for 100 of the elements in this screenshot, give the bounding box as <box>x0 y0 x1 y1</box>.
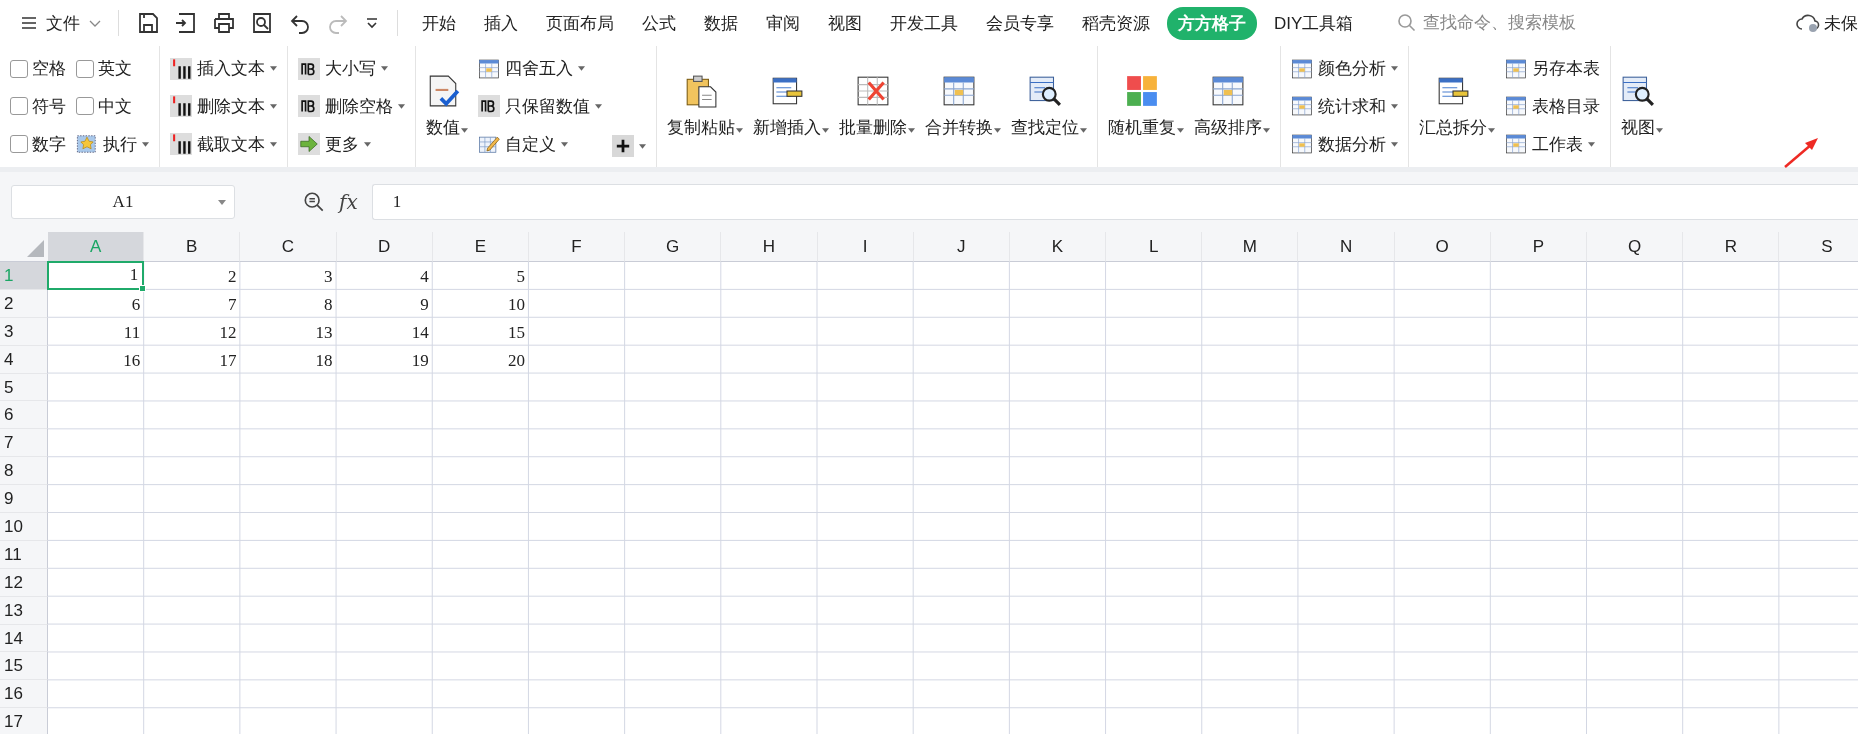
zoom-icon[interactable] <box>303 191 325 213</box>
ribbon-button[interactable] <box>612 135 646 157</box>
ribbon-button[interactable]: 只保留数值 <box>478 95 602 118</box>
row-header[interactable]: 6 <box>0 401 48 430</box>
column-header[interactable]: F <box>528 232 626 262</box>
column-header[interactable]: D <box>336 232 433 262</box>
menu-tab[interactable]: 开发工具 <box>879 6 969 40</box>
ribbon-large-button[interactable]: 合并转换 <box>925 50 1001 163</box>
column-header[interactable]: S <box>1779 232 1858 262</box>
checkbox[interactable] <box>76 97 94 116</box>
cloud-icon[interactable] <box>1796 12 1820 34</box>
column-header[interactable]: P <box>1490 232 1587 262</box>
ribbon-large-button[interactable]: 查找定位 <box>1011 50 1087 163</box>
formula-field[interactable]: 1 <box>371 184 1858 220</box>
row-header[interactable]: 10 <box>0 513 48 541</box>
ribbon-button[interactable]: 执行 <box>76 132 149 156</box>
print-icon[interactable] <box>212 11 236 35</box>
row-header[interactable]: 4 <box>0 345 48 374</box>
row-header[interactable]: 14 <box>0 624 48 653</box>
ribbon-button[interactable]: 删除空格 <box>298 95 405 118</box>
ribbon-button[interactable]: 删除文本 <box>170 95 277 118</box>
function-label[interactable]: fx <box>339 190 358 214</box>
name-box[interactable]: A1 <box>11 185 235 219</box>
column-header[interactable]: G <box>625 232 722 262</box>
ribbon-large-button[interactable]: 批量删除 <box>839 50 915 163</box>
checkbox-label: 符号 <box>32 96 66 118</box>
export-icon[interactable] <box>174 11 198 35</box>
column-header[interactable]: R <box>1683 232 1780 262</box>
row-header[interactable]: 12 <box>0 568 48 597</box>
row-header[interactable]: 13 <box>0 596 48 625</box>
column-header[interactable]: M <box>1202 232 1299 262</box>
ribbon-button[interactable]: 另存本表 <box>1505 57 1600 81</box>
ribbon-button[interactable]: 颜色分析 <box>1291 57 1398 81</box>
file-menu-button[interactable]: 文件 <box>14 7 108 39</box>
bars-icon <box>170 133 192 156</box>
column-header[interactable]: E <box>432 232 529 262</box>
selected-cell[interactable]: 1 <box>47 261 145 290</box>
ribbon-button[interactable]: 插入文本 <box>170 57 277 81</box>
row-header[interactable]: 7 <box>0 429 48 458</box>
ribbon-button[interactable]: 截取文本 <box>170 132 277 156</box>
checkbox-option[interactable]: 中文 <box>76 95 149 118</box>
menu-tab[interactable]: 会员专享 <box>975 6 1065 40</box>
checkbox[interactable] <box>76 59 94 78</box>
row-header[interactable]: 2 <box>0 289 48 318</box>
ribbon-button[interactable]: 数据分析 <box>1291 132 1398 156</box>
column-header[interactable]: B <box>144 232 241 262</box>
row-header[interactable]: 16 <box>0 680 48 709</box>
row-header[interactable]: 11 <box>0 540 48 569</box>
column-header[interactable]: N <box>1298 232 1395 262</box>
save-icon[interactable] <box>136 11 160 35</box>
row-header[interactable]: 9 <box>0 485 48 513</box>
menu-tab[interactable]: 公式 <box>631 6 687 40</box>
row-header[interactable]: 17 <box>0 708 48 734</box>
search-field[interactable]: 查找命令、搜索模板 <box>1397 12 1658 34</box>
column-header[interactable]: H <box>721 232 818 262</box>
checkbox-option[interactable]: 数字 <box>10 132 66 156</box>
checkbox[interactable] <box>10 135 28 154</box>
ribbon-large-button[interactable]: 复制粘贴 <box>667 50 743 163</box>
ribbon-large-button[interactable]: 数值 <box>426 50 468 163</box>
caret-icon[interactable] <box>364 15 380 31</box>
column-header[interactable]: K <box>1009 232 1107 262</box>
menu-tab[interactable]: 数据 <box>693 6 749 40</box>
preview-icon[interactable] <box>250 11 274 35</box>
menu-tab[interactable]: 审阅 <box>755 6 811 40</box>
ribbon-button[interactable]: 工作表 <box>1505 132 1600 156</box>
ribbon-button[interactable]: 更多 <box>298 132 405 156</box>
ribbon-button[interactable]: 四舍五入 <box>478 57 602 81</box>
caret-icon <box>218 199 226 205</box>
menu-tab[interactable]: 页面布局 <box>535 6 625 40</box>
row-header[interactable]: 8 <box>0 457 48 486</box>
ribbon-large-button[interactable]: 新增插入 <box>753 50 829 163</box>
ribbon-button[interactable]: 大小写 <box>298 57 405 81</box>
checkbox-option[interactable]: 英文 <box>76 57 149 81</box>
checkbox[interactable] <box>10 97 28 116</box>
ribbon-button[interactable]: 表格目录 <box>1505 95 1600 118</box>
bars-icon <box>170 95 192 118</box>
menu-tab[interactable]: 开始 <box>411 6 467 40</box>
column-header[interactable]: C <box>240 232 337 262</box>
column-header[interactable]: O <box>1394 232 1491 262</box>
row-header[interactable]: 15 <box>0 652 48 681</box>
column-header[interactable]: Q <box>1587 232 1684 262</box>
column-header[interactable]: I <box>817 232 914 262</box>
column-header[interactable]: J <box>913 232 1010 262</box>
ribbon-large-button[interactable]: 随机重复 <box>1108 50 1184 163</box>
ribbon-button[interactable]: 统计求和 <box>1291 95 1398 118</box>
ribbon-button[interactable]: 自定义 <box>478 132 602 156</box>
row-header[interactable]: 3 <box>0 317 48 346</box>
menu-tab[interactable]: 插入 <box>473 6 529 40</box>
ribbon-large-button[interactable]: 视图 <box>1621 50 1663 163</box>
ribbon-large-button[interactable]: 高级排序 <box>1194 50 1270 163</box>
table-cell-text: 10 <box>506 293 526 316</box>
menu-tab[interactable]: 视图 <box>817 6 873 40</box>
row-header[interactable]: 5 <box>0 373 48 402</box>
checkbox[interactable] <box>10 59 28 78</box>
checkbox-option[interactable]: 符号 <box>10 95 66 118</box>
checkbox-option[interactable]: 空格 <box>10 57 66 81</box>
menu-tab[interactable]: 稻壳资源 <box>1071 6 1161 40</box>
menu-tab[interactable]: DIY工具箱 <box>1263 6 1365 40</box>
column-header[interactable]: L <box>1106 232 1203 262</box>
ribbon-large-button[interactable]: 汇总拆分 <box>1419 50 1495 163</box>
